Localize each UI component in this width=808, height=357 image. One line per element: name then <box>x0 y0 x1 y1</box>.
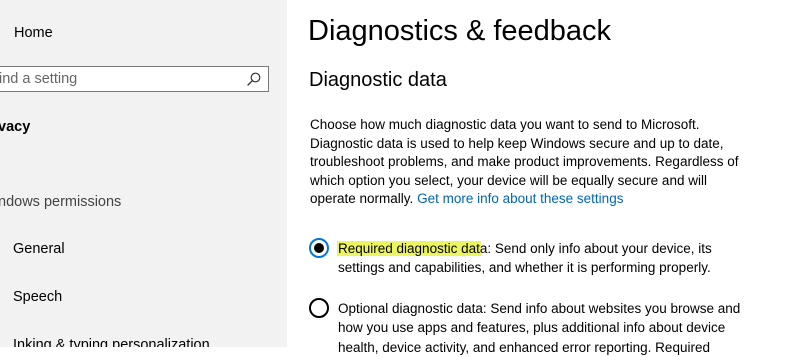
sidebar-item-general[interactable]: General <box>13 240 65 258</box>
required-option-label[interactable]: Required diagnostic data: Send only info… <box>337 239 783 278</box>
more-info-link[interactable]: Get more info about these settings <box>417 191 623 206</box>
optional-label-line: how you use apps and features, plus addi… <box>338 320 726 336</box>
description-text: operate normally. <box>310 191 414 207</box>
optional-radio-button[interactable] <box>309 298 329 318</box>
sidebar-item-inking-typing[interactable]: Inking & typing personalization <box>13 336 210 347</box>
description-line: Diagnostic data is used to help keep Win… <box>310 135 724 151</box>
settings-sidebar: Home ind a setting vacy ndows permission… <box>0 0 287 347</box>
settings-content: Diagnostics & feedback Diagnostic data C… <box>287 0 808 355</box>
sidebar-section-heading: vacy <box>0 119 31 135</box>
sidebar-group-label: ndows permissions <box>0 194 122 210</box>
required-label-rest: a: Send only info about your device, its <box>479 241 712 256</box>
section-title: Diagnostic data <box>309 69 447 91</box>
required-radio-button[interactable] <box>309 238 329 258</box>
description-line: troubleshoot problems, and make product … <box>310 154 739 170</box>
diagnostic-description: Choose how much diagnostic data you want… <box>310 116 785 209</box>
optional-label-line: Optional diagnostic data: Send info abou… <box>338 301 741 316</box>
description-line: which option you select, your device wil… <box>310 172 707 188</box>
required-label-line: settings and capabilities, and whether i… <box>338 260 711 276</box>
page-title: Diagnostics & feedback <box>308 15 612 47</box>
search-icon[interactable] <box>247 72 261 86</box>
search-input[interactable]: ind a setting <box>0 70 77 88</box>
required-label-line: Required diagnostic data: Send only info… <box>337 239 783 258</box>
highlighted-text: Required diagnostic dat <box>337 241 481 256</box>
sidebar-item-speech[interactable]: Speech <box>13 288 62 306</box>
sidebar-item-home[interactable]: Home <box>14 24 53 42</box>
optional-option-label[interactable]: Optional diagnostic data: Send info abou… <box>338 299 783 357</box>
optional-label-line: health, device activity, and enhanced er… <box>338 339 710 355</box>
description-line-last: operate normally. Get more info about th… <box>310 190 785 209</box>
description-line: Choose how much diagnostic data you want… <box>310 117 700 132</box>
search-box[interactable]: ind a setting <box>0 66 269 92</box>
